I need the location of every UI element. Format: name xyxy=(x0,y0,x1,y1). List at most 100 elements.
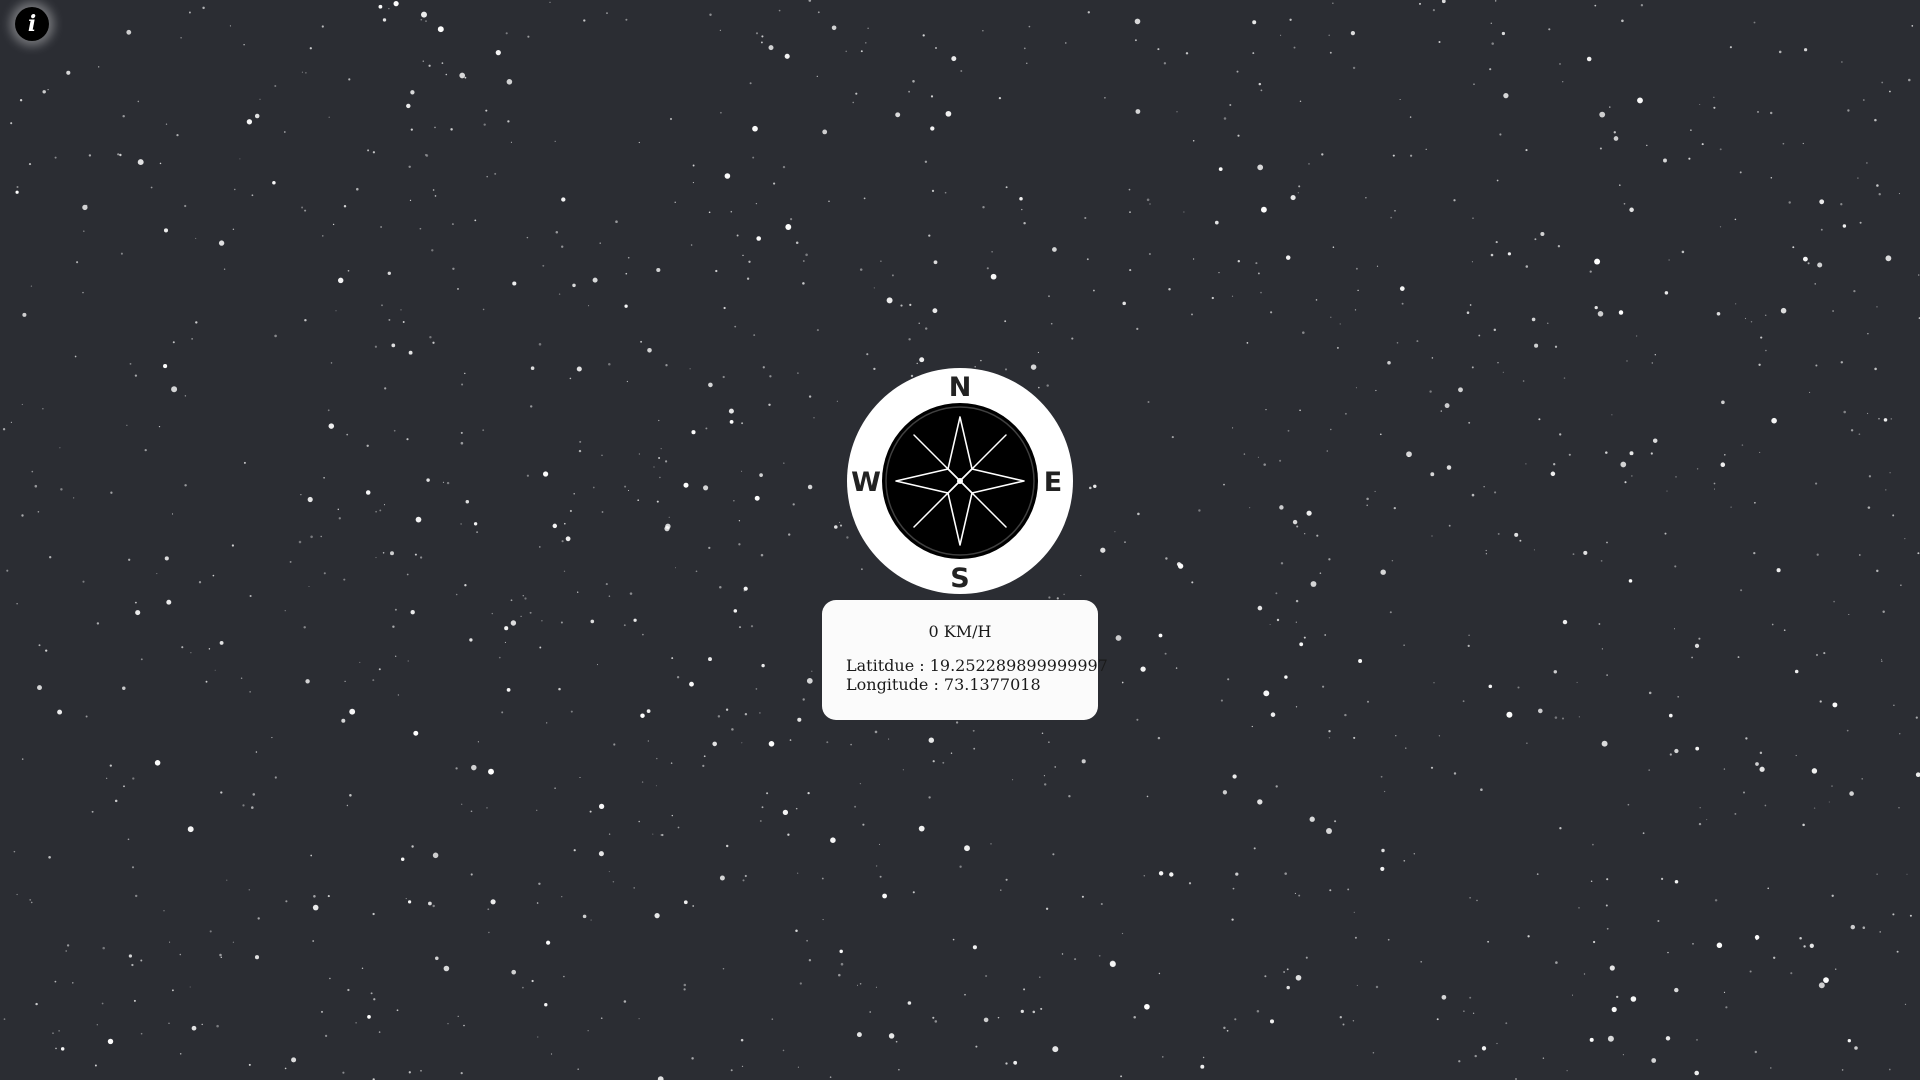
star xyxy=(665,364,668,367)
star xyxy=(1401,302,1404,305)
star xyxy=(778,9,781,12)
star xyxy=(1462,700,1465,703)
star xyxy=(88,154,92,157)
star xyxy=(1915,772,1920,778)
star xyxy=(1878,417,1880,420)
star xyxy=(577,1068,580,1071)
star xyxy=(1409,116,1412,118)
star xyxy=(1848,614,1850,615)
star xyxy=(483,123,486,126)
star xyxy=(2,428,6,431)
star xyxy=(1802,823,1805,827)
star xyxy=(272,181,276,185)
star xyxy=(859,782,862,785)
star xyxy=(1480,788,1483,791)
star xyxy=(1514,532,1519,537)
star xyxy=(348,78,351,81)
star xyxy=(1832,310,1835,312)
star xyxy=(6,569,9,572)
star xyxy=(1601,648,1603,650)
star xyxy=(859,983,862,985)
star xyxy=(1374,490,1376,493)
star xyxy=(1255,262,1258,265)
star xyxy=(542,264,545,267)
star xyxy=(769,375,772,378)
star xyxy=(526,236,529,239)
star xyxy=(102,946,105,950)
star xyxy=(1729,46,1732,49)
star xyxy=(283,131,286,133)
star xyxy=(57,709,63,715)
star xyxy=(91,810,94,813)
star xyxy=(1879,931,1881,933)
star xyxy=(1081,759,1086,764)
star xyxy=(394,608,397,611)
star xyxy=(1857,177,1859,179)
star xyxy=(1592,843,1594,846)
star xyxy=(640,713,645,718)
star xyxy=(955,721,959,724)
star xyxy=(1559,827,1562,830)
star xyxy=(1606,927,1609,930)
star xyxy=(1606,541,1608,544)
star xyxy=(1497,361,1499,364)
star xyxy=(692,905,695,907)
star xyxy=(408,165,411,169)
star xyxy=(507,120,510,123)
star xyxy=(231,544,235,547)
star xyxy=(1820,228,1823,231)
star xyxy=(1302,331,1305,334)
star xyxy=(592,486,595,489)
star xyxy=(421,11,427,18)
star xyxy=(1562,81,1564,83)
star xyxy=(1263,690,1270,697)
star xyxy=(625,18,628,21)
star xyxy=(109,764,112,767)
star xyxy=(1594,305,1598,310)
star xyxy=(788,533,791,536)
star xyxy=(10,122,13,125)
star xyxy=(1594,258,1601,265)
star xyxy=(202,6,205,10)
star xyxy=(866,353,869,356)
star xyxy=(527,35,530,38)
star xyxy=(327,895,330,898)
star xyxy=(388,8,390,10)
star xyxy=(365,490,371,495)
star xyxy=(719,875,725,881)
star xyxy=(1436,1018,1439,1021)
star xyxy=(1609,965,1615,971)
star xyxy=(1540,231,1545,237)
star xyxy=(724,173,731,179)
star xyxy=(409,199,412,202)
star xyxy=(216,1024,219,1028)
star xyxy=(558,687,561,691)
star xyxy=(641,781,644,783)
star xyxy=(740,1038,744,1042)
star xyxy=(1305,956,1308,959)
star xyxy=(16,603,18,605)
star xyxy=(743,586,748,591)
star xyxy=(1023,47,1026,50)
star xyxy=(171,989,174,992)
star xyxy=(1299,642,1304,647)
star xyxy=(42,408,44,410)
star xyxy=(1628,579,1633,583)
star xyxy=(601,511,604,513)
star xyxy=(461,803,463,805)
star xyxy=(755,202,758,205)
star xyxy=(1505,1022,1508,1025)
star xyxy=(1754,1050,1757,1054)
star xyxy=(863,197,866,200)
star xyxy=(1562,619,1568,625)
star xyxy=(165,123,168,125)
star xyxy=(1792,246,1795,249)
star xyxy=(1392,154,1395,157)
star xyxy=(321,25,324,28)
star xyxy=(1691,656,1693,659)
info-button[interactable]: i xyxy=(15,7,49,41)
star xyxy=(1911,25,1914,27)
star xyxy=(683,900,688,905)
star xyxy=(520,615,522,618)
star xyxy=(725,844,729,848)
